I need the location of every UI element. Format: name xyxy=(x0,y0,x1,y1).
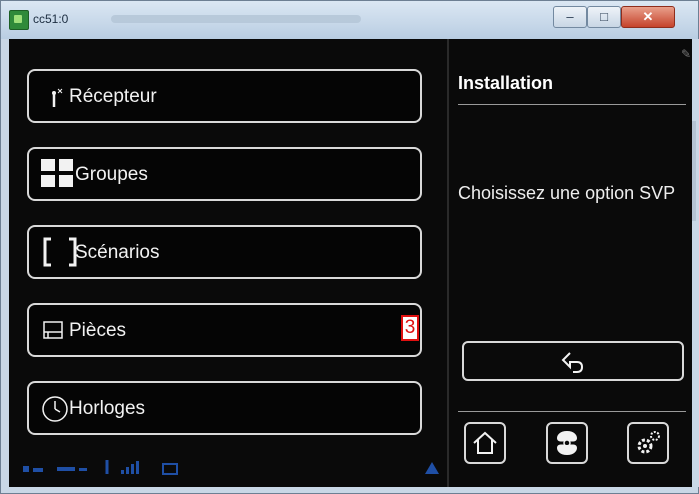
menu-button-horloges[interactable]: Horloges xyxy=(27,381,422,435)
settings-button[interactable] xyxy=(627,422,669,464)
close-button[interactable]: ✕ xyxy=(621,6,675,28)
home-icon xyxy=(473,431,497,454)
home-button[interactable] xyxy=(464,422,506,464)
minimize-icon: – xyxy=(566,9,574,24)
panel-title-rule xyxy=(458,104,686,105)
brackets-icon xyxy=(43,237,77,273)
status-strip xyxy=(9,444,447,487)
close-icon: ✕ xyxy=(642,9,654,24)
minimize-button[interactable]: – xyxy=(553,6,587,28)
app-icon xyxy=(9,10,29,30)
app-window: cc51:0 – □ ✕ Récepteur Groupes Scénarios… xyxy=(0,0,699,494)
settings-gear-icon xyxy=(637,431,660,454)
clock-icon xyxy=(41,395,69,429)
maximize-icon: □ xyxy=(600,9,608,24)
frame-right xyxy=(692,39,699,487)
menu-label: Scénarios xyxy=(75,242,160,263)
menu-button-pieces[interactable]: Pièces xyxy=(27,303,422,357)
frame-left xyxy=(1,39,9,487)
antenna-icon xyxy=(49,87,63,113)
panel-message: Choisissez une option SVP xyxy=(458,183,676,203)
fan-icon xyxy=(557,431,577,455)
title-blur xyxy=(111,15,361,23)
menu-button-scenarios[interactable]: Scénarios xyxy=(27,225,422,279)
menu-label: Horloges xyxy=(69,398,146,419)
title-bar[interactable]: cc51:0 – □ ✕ xyxy=(1,1,698,39)
menu-label: Pièces xyxy=(69,320,127,341)
groups-grid-icon xyxy=(41,159,77,195)
device-screen: Récepteur Groupes Scénarios Pièces 3 Hor… xyxy=(9,39,692,487)
back-arrow-icon xyxy=(561,352,584,373)
window-title: cc51:0 xyxy=(33,12,69,26)
annotation-badge: 3 xyxy=(401,315,419,341)
menu-label: Récepteur xyxy=(69,86,157,107)
menu-button-recepteur[interactable]: Récepteur xyxy=(27,69,422,123)
back-button[interactable] xyxy=(462,341,684,381)
warning-icon xyxy=(425,462,439,474)
panel-divider xyxy=(447,39,449,487)
panel-title: Installation xyxy=(458,73,554,93)
maximize-button[interactable]: □ xyxy=(587,6,621,28)
status-icons xyxy=(23,460,178,475)
pencil-icon: ✎ xyxy=(681,47,692,61)
menu-button-groupes[interactable]: Groupes xyxy=(27,147,422,201)
fan-button[interactable] xyxy=(546,422,588,464)
panel-bottom-rule xyxy=(458,411,686,412)
room-icon xyxy=(43,321,63,345)
menu-label: Groupes xyxy=(75,164,148,185)
scrollbar[interactable] xyxy=(692,121,696,221)
